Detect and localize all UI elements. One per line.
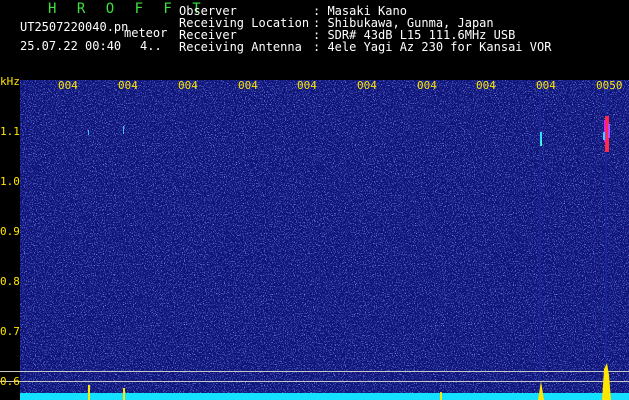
y-tick-label: 0.7 <box>0 325 20 338</box>
x-tick-label: 0050 <box>596 79 623 92</box>
x-tick-label: 004 <box>357 79 377 92</box>
info-value: : 4ele Yagi Az 230 for Kansai VOR <box>313 40 552 54</box>
y-tick-label: 0.6 <box>0 375 20 388</box>
y-tick-label: 1.1 <box>0 125 20 138</box>
spectrogram-svg <box>20 80 629 398</box>
y-tick-label: 1.0 <box>0 175 20 188</box>
meteor-echo <box>540 132 542 146</box>
x-tick-label: 004 <box>297 79 317 92</box>
signal-peaks <box>88 363 611 400</box>
x-tick-label: 004 <box>536 79 556 92</box>
date-time: 25.07.22 00:40 <box>20 39 122 53</box>
y-axis-unit: kHz <box>0 75 20 88</box>
x-tick-label: 004 <box>118 79 138 92</box>
file-name: UT2507220040.pn <box>20 20 129 34</box>
x-tick-label: 004 <box>417 79 437 92</box>
info-label: Receiving Antenna <box>179 40 302 54</box>
x-tick-label: 004 <box>58 79 78 92</box>
spectrogram-plot <box>20 80 629 398</box>
y-tick-label: 0.9 <box>0 225 20 238</box>
x-tick-label: 004 <box>178 79 198 92</box>
noise-texture <box>20 80 629 398</box>
y-tick-label: 0.8 <box>0 275 20 288</box>
x-tick-label: 004 <box>238 79 258 92</box>
count-label: 4.. <box>140 39 162 53</box>
meteor-echo <box>88 130 89 135</box>
meteor-echo <box>123 126 124 134</box>
x-tick-label: 004 <box>476 79 496 92</box>
mode-label: meteor <box>124 26 168 40</box>
